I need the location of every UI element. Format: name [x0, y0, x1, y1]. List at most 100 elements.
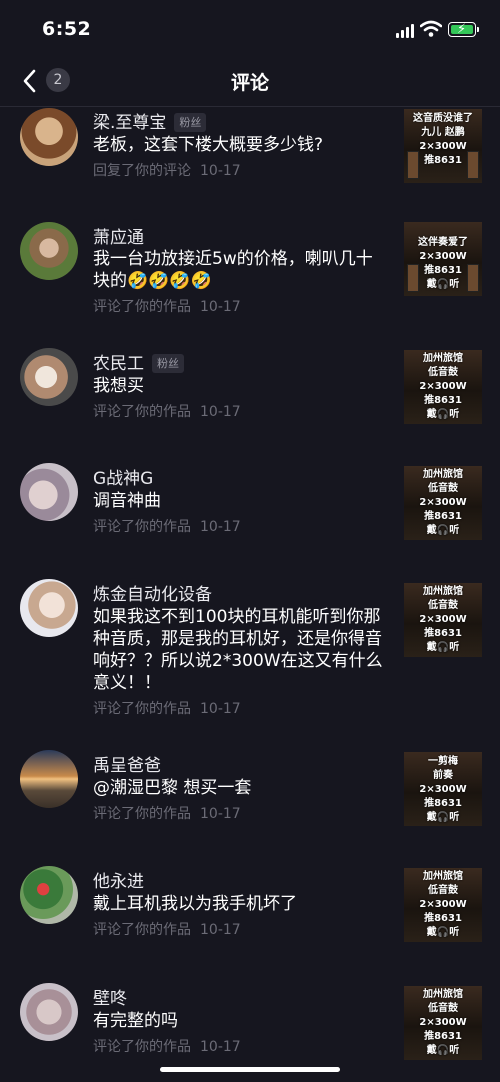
comment-text: 有完整的吗: [93, 1011, 178, 1031]
comment-date: 10-17: [200, 519, 241, 535]
thumb-caption: 2×300W: [419, 381, 467, 392]
comment-date: 10-17: [200, 1039, 241, 1055]
comment-action: 评论了你的作品: [93, 922, 191, 938]
comment-action: 评论了你的作品: [93, 519, 191, 535]
thumb-caption: 一剪梅: [428, 756, 458, 767]
comment-text: 我一台功放接近5w的价格，喇叭几十块的🤣🤣🤣🤣: [93, 249, 373, 291]
comment-row[interactable]: 萧应通 我一台功放接近5w的价格，喇叭几十块的🤣🤣🤣🤣 评论了你的作品 10-17…: [0, 222, 500, 317]
thumb-caption: 2×300W: [419, 784, 467, 795]
comment-action: 评论了你的作品: [93, 404, 191, 420]
comment-row[interactable]: 他永进 戴上耳机我以为我手机坏了 评论了你的作品 10-17 加州旅馆 低音鼓 2×3…: [0, 866, 500, 946]
thumb-caption: 戴🎧听: [426, 525, 460, 536]
comment-author-name[interactable]: 炼金自动化设备: [93, 580, 212, 605]
comment-date: 10-17: [200, 922, 241, 938]
comment-action: 评论了你的作品: [93, 1039, 191, 1055]
speaker-image: [467, 264, 479, 292]
thumb-caption: 戴🎧听: [426, 927, 460, 938]
comment-date: 10-17: [200, 404, 241, 420]
fan-badge: 粉丝: [174, 113, 207, 132]
comment-author-name: 农民工: [93, 354, 144, 374]
battery-icon: ⚡: [448, 22, 476, 37]
thumb-caption: 推8631: [424, 1031, 462, 1042]
comment-row[interactable]: 梁.至尊宝 粉丝 老板，这套下楼大概要多少钱? 回复了你的评论 10-17 这音质没…: [0, 107, 500, 187]
thumb-caption: 2×300W: [419, 899, 467, 910]
comment-author-name: 梁.至尊宝: [93, 113, 167, 133]
thumb-caption: 推8631: [424, 395, 462, 406]
comment-text: 如果我这不到100块的耳机能听到你那种音质，那是我的耳机好，还是你得音响好？？所…: [93, 607, 383, 693]
video-thumbnail[interactable]: 这伴奏爱了 2×300W 推8631 戴🎧听: [404, 222, 482, 296]
comment-date: 10-17: [200, 806, 241, 822]
comment-date: 10-17: [200, 701, 241, 717]
speaker-image: [467, 151, 479, 179]
avatar[interactable]: [20, 750, 78, 808]
thumb-caption: 加州旅馆: [423, 989, 463, 1000]
thumb-caption: 这伴奏爱了: [418, 237, 468, 248]
comment-row[interactable]: 炼金自动化设备 如果我这不到100块的耳机能听到你那种音质，那是我的耳机好，还是…: [0, 579, 500, 719]
thumb-caption: 戴🎧听: [426, 642, 460, 653]
thumb-caption: 加州旅馆: [423, 469, 463, 480]
thumb-caption: 戴🎧听: [426, 1045, 460, 1056]
comment-author[interactable]: 农民工 粉丝: [93, 349, 184, 374]
comment-meta: 评论了你的作品 10-17: [93, 1036, 241, 1056]
video-thumbnail[interactable]: 加州旅馆 低音鼓 2×300W 推8631 戴🎧听: [404, 350, 482, 424]
comment-row[interactable]: G战神G 调音神曲 评论了你的作品 10-17 加州旅馆 低音鼓 2×300W 推863…: [0, 463, 500, 543]
status-bar: 6:52 ⚡: [0, 0, 500, 56]
fan-badge: 粉丝: [152, 354, 184, 373]
comment-author-name[interactable]: 壁咚: [93, 984, 127, 1009]
thumb-caption: 加州旅馆: [423, 871, 463, 882]
avatar[interactable]: [20, 463, 78, 521]
comment-author-name[interactable]: 他永进: [93, 867, 144, 892]
thumb-caption: 这音质没谁了: [413, 113, 473, 124]
comment-author-name[interactable]: 禹呈爸爸: [93, 751, 161, 776]
thumb-caption: 推8631: [424, 511, 462, 522]
avatar[interactable]: [20, 866, 78, 924]
comment-action: 评论了你的作品: [93, 299, 191, 315]
avatar[interactable]: [20, 579, 78, 637]
thumb-caption: 2×300W: [419, 251, 467, 262]
comment-row[interactable]: 禹呈爸爸 @潮湿巴黎 想买一套 评论了你的作品 10-17 一剪梅前奏 2×300W…: [0, 750, 500, 830]
avatar[interactable]: [20, 108, 78, 166]
video-thumbnail[interactable]: 一剪梅 前奏 2×300W 推8631 戴🎧听: [404, 752, 482, 826]
video-thumbnail[interactable]: 加州旅馆 低音鼓 2×300W 推8631 戴🎧听: [404, 583, 482, 657]
thumb-caption: 推8631: [424, 798, 462, 809]
home-indicator[interactable]: [160, 1067, 340, 1072]
comment-meta: 评论了你的作品 10-17: [93, 919, 241, 939]
nav-bar: 2 评论: [0, 56, 500, 107]
thumb-caption: 低音鼓: [428, 367, 458, 378]
avatar[interactable]: [20, 983, 78, 1041]
video-thumbnail[interactable]: 加州旅馆低音鼓 2×300W 推8631 戴🎧听: [404, 868, 482, 942]
comment-date: 10-17: [200, 299, 241, 315]
comment-meta: 评论了你的作品 10-17: [93, 698, 241, 718]
comment-action: 评论了你的作品: [93, 806, 191, 822]
video-thumbnail[interactable]: 这音质没谁了 九儿 赵鹏 2×300W 推8631: [404, 109, 482, 183]
thumb-caption: 加州旅馆: [423, 353, 463, 364]
status-time: 6:52: [42, 18, 92, 40]
avatar[interactable]: [20, 348, 78, 406]
video-thumbnail[interactable]: 加州旅馆 低音鼓 2×300W 推8631 戴🎧听: [404, 466, 482, 540]
comment-meta: 评论了你的作品 10-17: [93, 401, 241, 421]
comment-row[interactable]: 农民工 粉丝 我想买 评论了你的作品 10-17 加州旅馆 低音鼓 2×300W 推863…: [0, 348, 500, 428]
comment-author[interactable]: 梁.至尊宝 粉丝: [93, 108, 207, 133]
comment-text: @潮湿巴黎 想买一套: [93, 778, 252, 798]
thumb-caption: 低音鼓: [428, 885, 458, 896]
thumb-caption: 2×300W: [419, 497, 467, 508]
comment-action: 回复了你的评论: [93, 163, 191, 179]
cellular-signal-icon: [396, 24, 414, 38]
avatar[interactable]: [20, 222, 78, 280]
comment-action: 评论了你的作品: [93, 701, 191, 717]
comment-author-name[interactable]: 萧应通: [93, 223, 144, 248]
thumb-caption: 推8631: [424, 628, 462, 639]
comment-row[interactable]: 壁咚 有完整的吗 评论了你的作品 10-17 加州旅馆 低音鼓 2×300W 推8631…: [0, 983, 500, 1063]
comment-text: 老板，这套下楼大概要多少钱?: [93, 135, 324, 155]
thumb-caption: 前奏: [433, 770, 453, 781]
comment-date: 10-17: [200, 163, 241, 179]
thumb-caption: 九儿 赵鹏: [421, 127, 465, 138]
speaker-image: [407, 264, 419, 292]
comment-meta: 回复了你的评论 10-17: [93, 160, 241, 180]
comment-author-name[interactable]: G战神G: [93, 464, 153, 489]
comment-text: 调音神曲: [93, 491, 161, 511]
thumb-caption: 推8631: [424, 913, 462, 924]
thumb-caption: 2×300W: [419, 614, 467, 625]
video-thumbnail[interactable]: 加州旅馆 低音鼓 2×300W 推8631 戴🎧听: [404, 986, 482, 1060]
thumb-caption: 低音鼓: [428, 600, 458, 611]
